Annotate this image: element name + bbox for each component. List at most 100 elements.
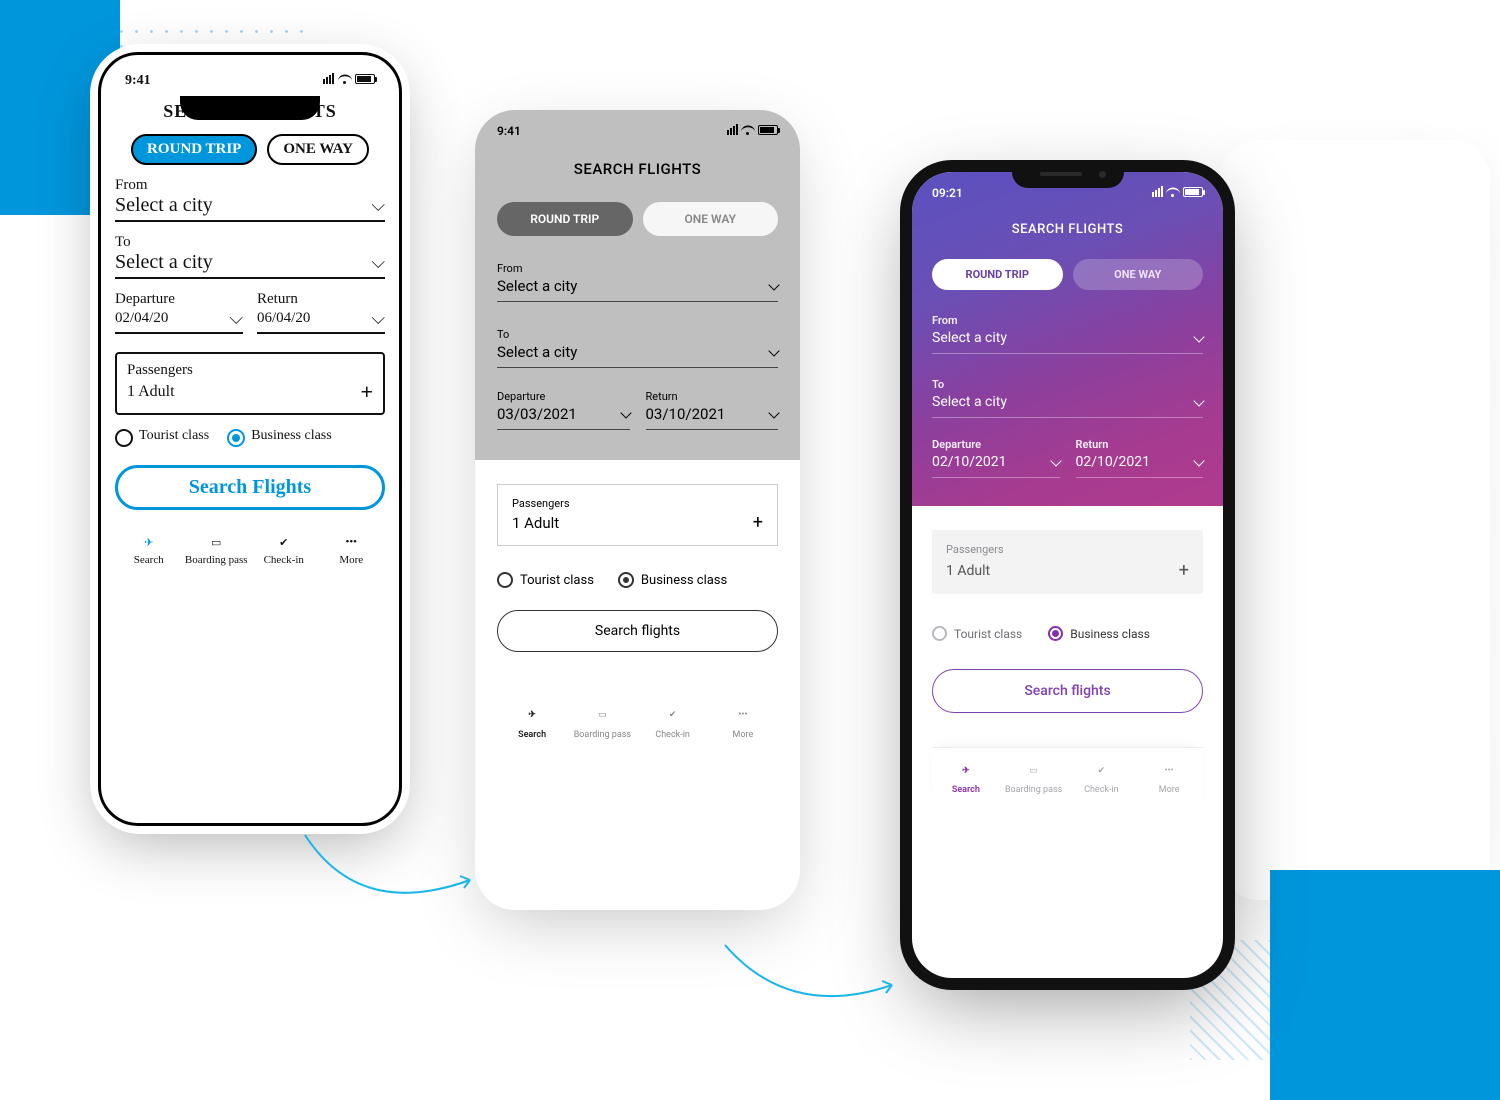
tourist-radio[interactable]: Tourist class <box>497 572 594 588</box>
search-flights-button[interactable]: Search Flights <box>115 465 385 510</box>
passengers-value: 1 Adult <box>946 563 990 579</box>
search-flights-button[interactable]: Search flights <box>932 669 1203 713</box>
departure-select[interactable]: 02/10/2021 <box>932 454 1060 470</box>
radio-icon <box>227 429 245 447</box>
decor-card-shadow <box>1220 140 1490 900</box>
ticket-icon: ▭ <box>1000 760 1068 782</box>
bottom-nav: ✈︎Search ▭Boarding pass ✔︎Check-in •••Mo… <box>497 692 778 756</box>
nav-more[interactable]: •••More <box>708 704 778 740</box>
page-title: SEARCH FLIGHTS <box>497 160 778 178</box>
radio-icon <box>497 572 513 588</box>
from-label: From <box>932 314 1203 327</box>
to-select[interactable]: Select a city <box>497 343 778 361</box>
chevron-down-icon <box>371 194 385 217</box>
chevron-down-icon <box>620 407 631 418</box>
radio-icon <box>1048 626 1063 641</box>
phone-notch <box>180 96 320 120</box>
search-flights-button[interactable]: Search flights <box>497 610 778 652</box>
nav-search[interactable]: ✈︎Search <box>932 760 1000 795</box>
nav-more[interactable]: •••More <box>318 530 386 566</box>
to-label: To <box>497 328 778 341</box>
return-select[interactable]: 03/10/2021 <box>646 405 779 423</box>
from-select[interactable]: Select a city <box>115 194 385 222</box>
to-select[interactable]: Select a city <box>115 251 385 279</box>
ticket-icon: ▭ <box>567 704 637 726</box>
trip-round-pill[interactable]: ROUND TRIP <box>497 202 633 236</box>
chevron-down-icon <box>768 279 779 290</box>
plus-icon[interactable]: + <box>753 512 763 533</box>
plus-icon[interactable]: + <box>1179 560 1189 581</box>
nav-search[interactable]: ✈︎Search <box>497 704 567 740</box>
status-time: 9:41 <box>125 73 151 89</box>
tourist-radio[interactable]: Tourist class <box>932 626 1022 641</box>
departure-value: 02/10/2021 <box>932 454 1007 470</box>
status-bar: 9:41 <box>115 69 385 91</box>
more-icon: ••• <box>708 704 778 726</box>
progress-arrow-1 <box>300 830 480 920</box>
from-select[interactable]: Select a city <box>497 277 778 295</box>
chevron-down-icon <box>768 407 779 418</box>
chevron-down-icon <box>229 308 243 329</box>
passengers-box[interactable]: Passengers 1 Adult + <box>115 352 385 415</box>
radio-icon <box>115 429 133 447</box>
plus-icon[interactable]: + <box>360 379 373 405</box>
status-indicators <box>323 73 375 89</box>
business-radio[interactable]: Business class <box>1048 626 1150 641</box>
tourist-radio[interactable]: Tourist class <box>115 429 209 447</box>
status-indicators <box>1152 186 1203 200</box>
passengers-box[interactable]: Passengers 1 Adult+ <box>932 530 1203 594</box>
more-icon: ••• <box>1135 760 1203 782</box>
to-value: Select a city <box>497 343 577 361</box>
business-radio[interactable]: Business class <box>227 429 332 447</box>
status-time: 9:41 <box>497 124 521 138</box>
check-icon: ✔︎ <box>250 530 318 554</box>
return-select[interactable]: 06/04/20 <box>257 308 385 334</box>
to-label: To <box>115 234 385 251</box>
nav-boarding[interactable]: ▭Boarding pass <box>1000 760 1068 795</box>
to-select[interactable]: Select a city <box>932 394 1203 410</box>
passengers-value: 1 Adult <box>127 383 175 401</box>
nav-checkin[interactable]: ✔︎Check-in <box>638 704 708 740</box>
radio-icon <box>932 626 947 641</box>
sketch-phone: 9:41 SEARCH FLIGHTS ROUND TRIP ONE WAY F… <box>90 44 410 834</box>
trip-oneway-pill[interactable]: ONE WAY <box>643 202 779 236</box>
tourist-label: Tourist class <box>954 627 1022 641</box>
status-bar: 9:41 <box>497 124 778 138</box>
from-select[interactable]: Select a city <box>932 330 1203 346</box>
chevron-down-icon <box>1193 331 1204 342</box>
plane-icon: ✈︎ <box>115 530 183 554</box>
departure-label: Departure <box>497 390 630 403</box>
trip-oneway-pill[interactable]: ONE WAY <box>267 134 369 165</box>
to-label: To <box>932 378 1203 391</box>
nav-boarding[interactable]: ▭Boarding pass <box>183 530 251 566</box>
trip-round-pill[interactable]: ROUND TRIP <box>932 259 1063 290</box>
nav-search[interactable]: ✈︎Search <box>115 530 183 566</box>
passengers-value: 1 Adult <box>512 514 559 532</box>
business-label: Business class <box>641 573 727 588</box>
nav-checkin[interactable]: ✔︎Check-in <box>1068 760 1136 795</box>
departure-select[interactable]: 02/04/20 <box>115 308 243 334</box>
decor-blue-corner <box>1270 870 1500 1100</box>
bottom-nav: ✈︎Search ▭Boarding pass ✔︎Check-in •••Mo… <box>932 747 1203 809</box>
departure-select[interactable]: 03/03/2021 <box>497 405 630 423</box>
departure-value: 02/04/20 <box>115 310 168 327</box>
status-bar: 09:21 <box>932 186 1203 200</box>
business-radio[interactable]: Business class <box>618 572 727 588</box>
return-label: Return <box>1076 438 1204 451</box>
chevron-down-icon <box>1050 455 1061 466</box>
plane-icon: ✈︎ <box>932 760 1000 782</box>
from-label: From <box>115 177 385 194</box>
trip-oneway-pill[interactable]: ONE WAY <box>1073 259 1204 290</box>
departure-value: 03/03/2021 <box>497 405 577 423</box>
nav-more[interactable]: •••More <box>1135 760 1203 795</box>
return-select[interactable]: 02/10/2021 <box>1076 454 1204 470</box>
return-label: Return <box>646 390 779 403</box>
passengers-label: Passengers <box>127 362 373 379</box>
nav-boarding[interactable]: ▭Boarding pass <box>567 704 637 740</box>
nav-checkin[interactable]: ✔︎Check-in <box>250 530 318 566</box>
to-value: Select a city <box>115 251 213 274</box>
passengers-label: Passengers <box>512 497 763 510</box>
status-time: 09:21 <box>932 186 963 200</box>
passengers-box[interactable]: Passengers 1 Adult + <box>497 484 778 546</box>
trip-round-pill[interactable]: ROUND TRIP <box>131 134 257 165</box>
